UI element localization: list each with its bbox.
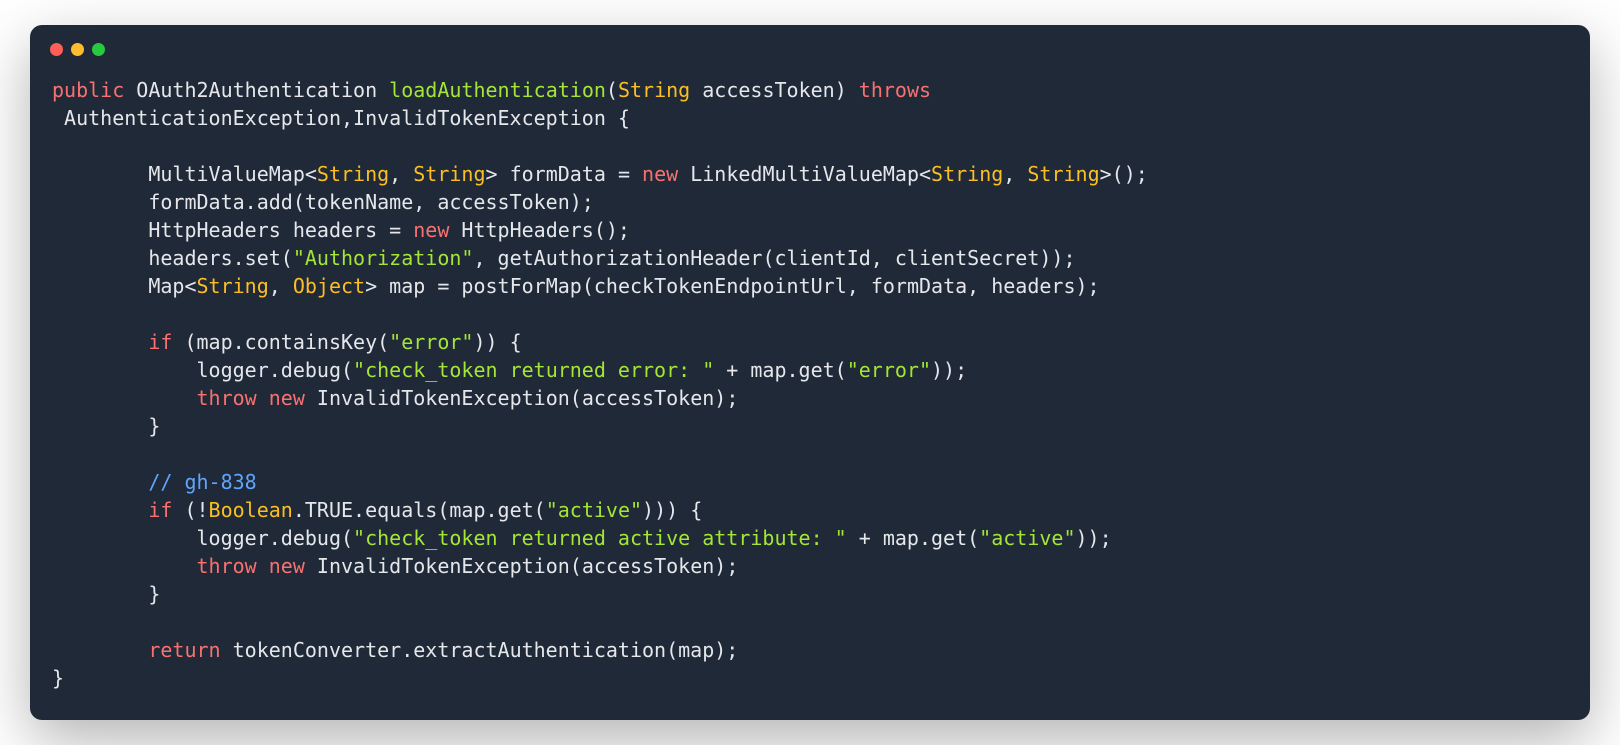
code-token: return: [148, 638, 220, 662]
code-token: ,: [269, 274, 293, 298]
code-token: throws: [859, 78, 931, 102]
code-token: String: [317, 162, 389, 186]
code-token: OAuth2Authentication: [124, 78, 389, 102]
code-token: throw: [197, 386, 257, 410]
code-token: ,: [1003, 162, 1027, 186]
code-token: LinkedMultiValueMap<: [678, 162, 931, 186]
code-token: (map.containsKey(: [172, 330, 389, 354]
code-token: "check_token returned active attribute: …: [353, 526, 847, 550]
minimize-icon[interactable]: [71, 43, 84, 56]
code-token: String: [197, 274, 269, 298]
code-token: [257, 386, 269, 410]
code-token: new: [642, 162, 678, 186]
window-titlebar: [30, 25, 1590, 66]
code-content: public OAuth2Authentication loadAuthenti…: [30, 66, 1590, 720]
code-token: Object: [293, 274, 365, 298]
code-token: new: [269, 554, 305, 578]
code-token: "error": [389, 330, 473, 354]
code-token: [52, 498, 148, 522]
code-token: throw: [197, 554, 257, 578]
code-token: String: [931, 162, 1003, 186]
code-token: accessToken): [690, 78, 859, 102]
maximize-icon[interactable]: [92, 43, 105, 56]
code-token: [257, 554, 269, 578]
code-token: new: [413, 218, 449, 242]
code-token: Boolean: [209, 498, 293, 522]
code-token: (: [606, 78, 618, 102]
code-token: > formData =: [486, 162, 643, 186]
code-token: "active": [979, 526, 1075, 550]
code-window: public OAuth2Authentication loadAuthenti…: [30, 25, 1590, 720]
code-token: new: [269, 386, 305, 410]
code-token: String: [618, 78, 690, 102]
code-token: if: [148, 498, 172, 522]
code-token: loadAuthentication: [389, 78, 606, 102]
code-token: public: [52, 78, 124, 102]
close-icon[interactable]: [50, 43, 63, 56]
code-token: "active": [546, 498, 642, 522]
code-token: + map.get(: [847, 526, 979, 550]
code-token: // gh-838: [148, 470, 256, 494]
code-token: "check_token returned error: ": [353, 358, 714, 382]
code-token: .TRUE.equals(map.get(: [293, 498, 546, 522]
code-token: "Authorization": [293, 246, 474, 270]
code-token: (!: [172, 498, 208, 522]
code-token: String: [413, 162, 485, 186]
code-token: "error": [847, 358, 931, 382]
code-token: String: [1027, 162, 1099, 186]
code-token: ,: [389, 162, 413, 186]
code-token: + map.get(: [714, 358, 846, 382]
code-token: if: [148, 330, 172, 354]
